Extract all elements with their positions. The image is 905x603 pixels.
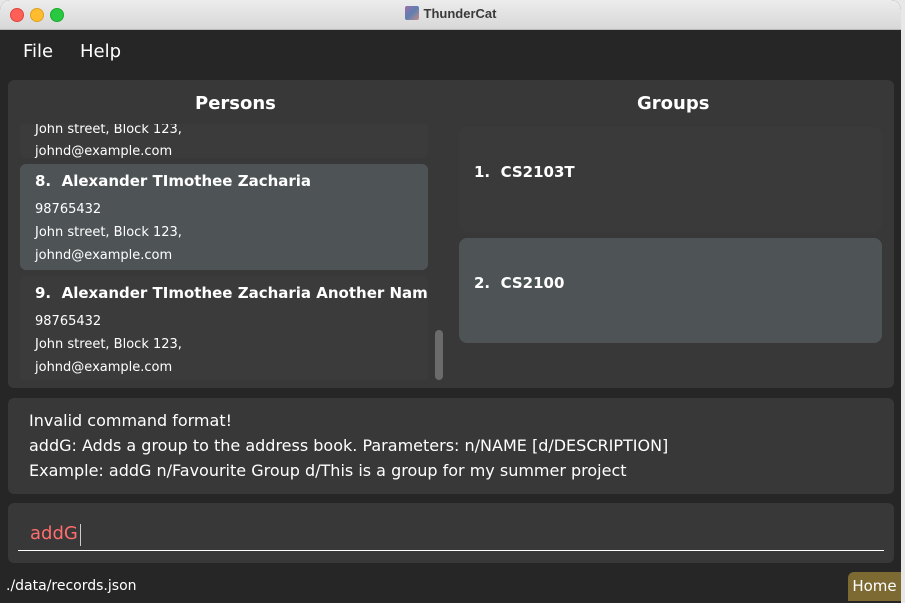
result-line: Example: addG n/Favourite Group d/This i… <box>29 461 627 480</box>
text-cursor <box>80 524 81 546</box>
person-card[interactable]: 9. Alexander TImothee Zacharia Another N… <box>20 276 428 380</box>
app-icon <box>404 6 419 20</box>
group-name-text: CS2103T <box>500 163 575 181</box>
group-card[interactable]: 1. CS2103T <box>459 127 882 232</box>
home-button[interactable]: Home <box>848 572 901 601</box>
person-name: 8. Alexander TImothee Zacharia <box>35 172 311 190</box>
status-bar: ./data/records.json Home <box>0 570 901 603</box>
group-index: 1. <box>474 163 491 181</box>
group-index: 2. <box>474 274 491 292</box>
lists-panel: Persons Groups John street, Block 123, j… <box>8 80 894 388</box>
person-card[interactable]: John street, Block 123, johnd@example.co… <box>20 124 428 159</box>
persons-title: Persons <box>195 93 276 114</box>
person-name: 9. Alexander TImothee Zacharia Another N… <box>35 284 428 302</box>
result-line: Invalid command format! <box>29 411 233 430</box>
window-title: ThunderCat <box>0 6 901 21</box>
person-email: johnd@example.com <box>35 248 173 263</box>
group-name: 1. CS2103T <box>474 163 575 181</box>
person-name-text: Alexander TImothee Zacharia <box>61 172 312 190</box>
person-address: John street, Block 123, <box>35 225 182 240</box>
person-phone: 98765432 <box>35 202 102 217</box>
person-index: 9. <box>35 284 52 302</box>
command-input[interactable] <box>18 517 884 551</box>
groups-title: Groups <box>637 93 710 114</box>
menu-help[interactable]: Help <box>80 41 121 62</box>
person-email: johnd@example.com <box>35 360 173 375</box>
result-line: addG: Adds a group to the address book. … <box>29 436 669 455</box>
person-email: johnd@example.com <box>35 144 173 159</box>
title-bar[interactable]: ThunderCat <box>0 0 901 30</box>
person-address: John street, Block 123, <box>35 337 182 352</box>
command-box <box>8 503 894 563</box>
window-title-text: ThunderCat <box>423 6 497 21</box>
menu-file[interactable]: File <box>23 41 53 62</box>
persons-scrollbar[interactable] <box>435 330 443 380</box>
person-name-text: Alexander TImothee Zacharia Another Name… <box>61 284 428 302</box>
app-window: ThunderCat File Help Persons Groups John… <box>0 0 901 603</box>
person-address: John street, Block 123, <box>35 124 182 137</box>
persons-list[interactable]: John street, Block 123, johnd@example.co… <box>20 124 428 380</box>
result-display: Invalid command format! addG: Adds a gro… <box>8 398 894 494</box>
group-name: 2. CS2100 <box>474 274 564 292</box>
person-index: 8. <box>35 172 52 190</box>
group-name-text: CS2100 <box>500 274 565 292</box>
menu-bar: File Help <box>0 30 901 74</box>
person-phone: 98765432 <box>35 314 102 329</box>
group-card-selected[interactable]: 2. CS2100 <box>459 238 882 343</box>
save-location: ./data/records.json <box>6 578 137 594</box>
person-card-selected[interactable]: 8. Alexander TImothee Zacharia 98765432 … <box>20 164 428 270</box>
